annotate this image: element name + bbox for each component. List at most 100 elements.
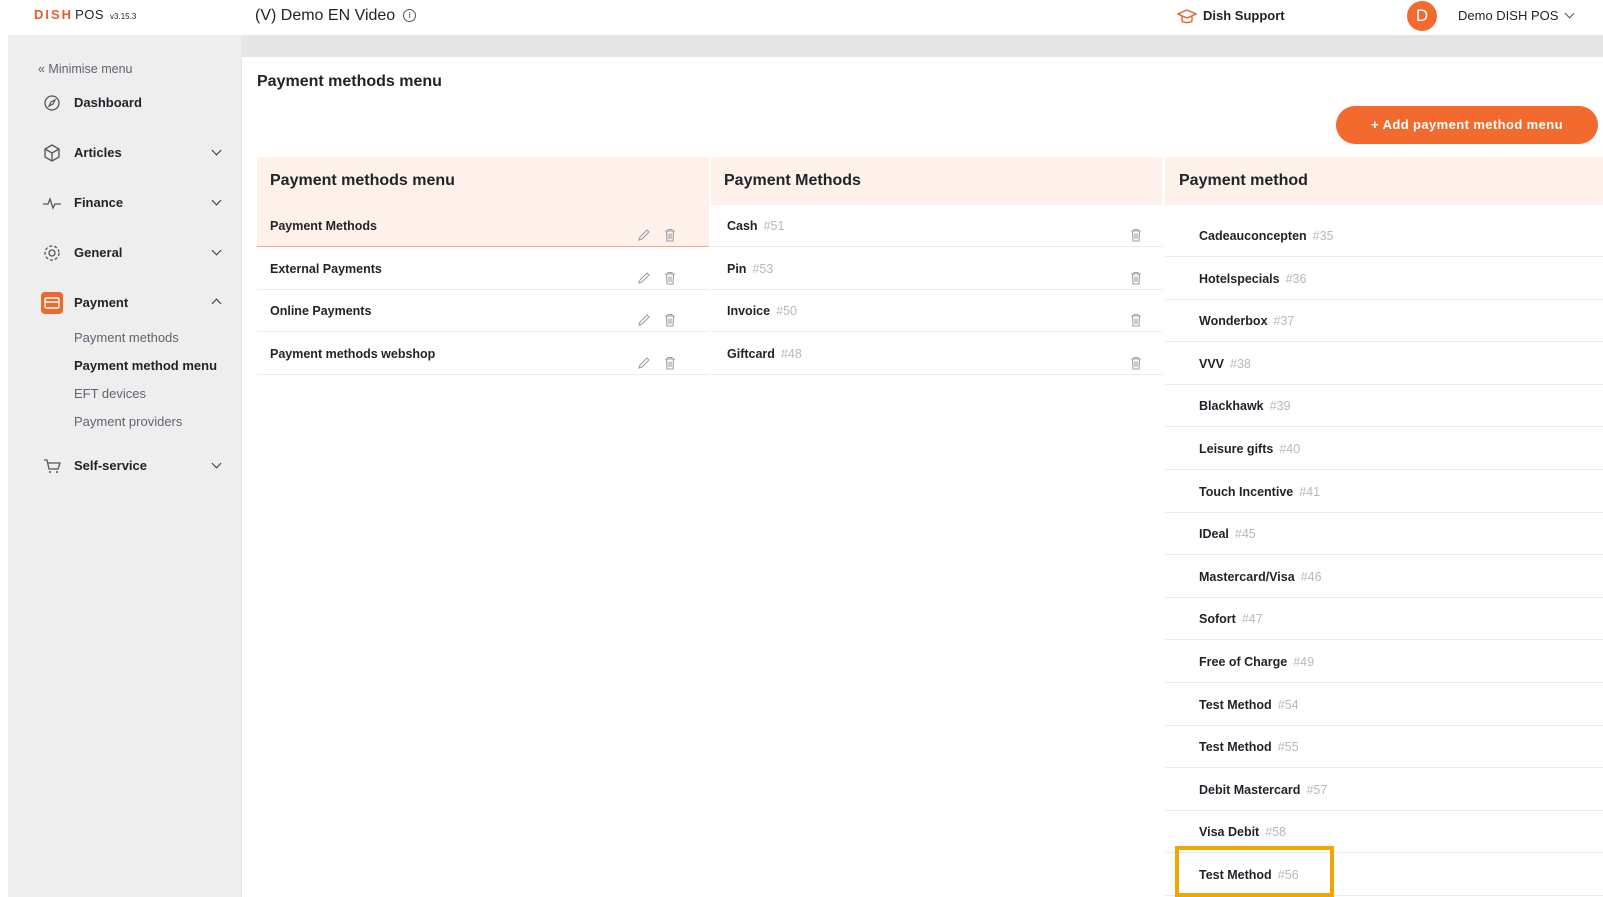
available-method-name: IDeal	[1199, 527, 1229, 542]
sidebar-item-self-service[interactable]: Self-service	[8, 452, 241, 482]
support-link[interactable]: Dish Support	[1176, 8, 1285, 25]
available-method-row[interactable]: IDeal #45	[1165, 513, 1603, 556]
brand-logo[interactable]: DISH POS v3.15.3	[34, 7, 136, 22]
available-method-row[interactable]: Test Method #55	[1165, 726, 1603, 769]
available-method-name: VVV	[1199, 356, 1225, 371]
info-icon[interactable]: i	[403, 9, 417, 23]
available-method-row[interactable]: VVV #38	[1165, 343, 1603, 385]
trash-icon[interactable]	[1128, 346, 1144, 370]
add-payment-method-menu-button[interactable]: + Add payment method menu	[1336, 106, 1598, 144]
available-method-row[interactable]: Sofort #47	[1165, 598, 1603, 641]
avatar[interactable]: D	[1407, 1, 1437, 31]
available-method-id: #35	[1312, 229, 1334, 243]
available-method-id: #49	[1293, 655, 1315, 669]
menu-row-label: Payment methods webshop	[270, 346, 436, 361]
method-row[interactable]: Cash #51	[711, 205, 1162, 247]
available-method-id: #36	[1285, 271, 1307, 286]
page-title: Payment methods menu	[257, 73, 442, 90]
chevron-down-icon	[1564, 8, 1575, 19]
method-name: Pin	[727, 261, 747, 276]
available-method-row[interactable]: Touch Incentive #41	[1165, 471, 1603, 513]
available-method-row[interactable]: Test Method #54	[1165, 684, 1603, 726]
venue-title[interactable]: (V) Demo EN Video i	[255, 7, 417, 25]
gear-icon	[44, 245, 60, 261]
available-method-row[interactable]: Leisure gifts #40	[1165, 428, 1603, 470]
trash-icon[interactable]	[1128, 261, 1144, 285]
sidebar-item-payment[interactable]: Payment	[8, 289, 241, 319]
menu-row[interactable]: External Payments	[257, 248, 709, 290]
column-header-menus: Payment methods menu	[257, 157, 709, 205]
sidebar-item-finance[interactable]: Finance	[8, 189, 241, 219]
method-name: Cash	[727, 219, 758, 233]
method-id: #48	[780, 346, 802, 361]
chevron-down-icon	[211, 145, 222, 156]
card-icon	[41, 292, 63, 314]
method-row[interactable]: Pin #53	[711, 248, 1162, 290]
sidebar-sub-payment-providers[interactable]: Payment providers	[74, 414, 182, 429]
available-method-name: Test Method	[1199, 697, 1272, 712]
trash-icon[interactable]	[1128, 218, 1144, 242]
available-method-row[interactable]: Mastercard/Visa #46	[1165, 556, 1603, 598]
available-method-row[interactable]: Wonderbox #37	[1165, 300, 1603, 343]
trash-icon[interactable]	[662, 346, 678, 370]
available-method-name: Test Method	[1199, 740, 1272, 755]
available-method-id: #55	[1277, 740, 1299, 755]
trash-icon[interactable]	[662, 303, 678, 327]
method-id: #53	[752, 261, 774, 276]
method-name: Invoice	[727, 304, 771, 318]
available-method-id: #40	[1279, 442, 1301, 456]
minimise-menu-button[interactable]: « Minimise menu	[38, 62, 132, 76]
available-method-id: #58	[1265, 825, 1287, 840]
menu-row[interactable]: Online Payments	[257, 290, 709, 332]
trash-icon[interactable]	[662, 218, 678, 242]
pulse-icon	[43, 197, 61, 210]
available-method-row[interactable]: Hotelspecials #36	[1165, 258, 1603, 300]
trash-icon[interactable]	[662, 261, 678, 285]
available-method-id: #45	[1234, 527, 1256, 542]
pencil-icon[interactable]	[636, 303, 652, 326]
chevron-down-icon	[211, 245, 222, 256]
available-method-id: #47	[1241, 612, 1263, 627]
sidebar-sub-eft-devices[interactable]: EFT devices	[74, 386, 146, 401]
menu-row[interactable]: Payment Methods	[257, 205, 709, 247]
available-method-name: Visa Debit	[1199, 825, 1260, 840]
available-method-name: Cadeauconcepten	[1199, 229, 1307, 243]
available-method-row[interactable]: Free of Charge #49	[1165, 641, 1603, 683]
sidebar-sub-payment-method-menu[interactable]: Payment method menu	[74, 358, 217, 373]
available-method-name: Touch Incentive	[1199, 484, 1294, 499]
available-method-id: #57	[1306, 782, 1328, 797]
graduation-cap-icon	[1176, 8, 1198, 23]
available-method-row[interactable]: Cadeauconcepten #35	[1165, 215, 1603, 257]
menu-row-label: Online Payments	[270, 304, 372, 318]
pencil-icon[interactable]	[636, 261, 652, 284]
available-method-name: Debit Mastercard	[1199, 782, 1301, 797]
available-method-name: Sofort	[1199, 612, 1236, 627]
available-method-id: #41	[1299, 484, 1321, 499]
menu-row-label: External Payments	[270, 261, 382, 276]
available-method-id: #54	[1277, 697, 1299, 712]
column-header-available: Payment method	[1165, 157, 1603, 205]
sidebar-item-articles[interactable]: Articles	[8, 139, 241, 169]
sidebar-item-general[interactable]: General	[8, 239, 241, 269]
available-method-row[interactable]: Debit Mastercard #57	[1165, 769, 1603, 811]
available-method-name: Leisure gifts	[1199, 442, 1274, 456]
chevron-down-icon	[211, 458, 222, 469]
available-method-name: Hotelspecials	[1199, 271, 1280, 286]
method-row[interactable]: Giftcard #48	[711, 333, 1162, 375]
chevron-up-icon	[211, 298, 222, 309]
available-method-name: Blackhawk	[1199, 399, 1264, 414]
available-method-name: Free of Charge	[1199, 655, 1288, 669]
pencil-icon[interactable]	[636, 218, 652, 241]
menu-row[interactable]: Payment methods webshop	[257, 333, 709, 375]
top-bar: DISH POS v3.15.3 (V) Demo EN Video i Dish S…	[0, 0, 1603, 34]
box-icon	[44, 144, 60, 162]
sidebar-item-dashboard[interactable]: Dashboard	[8, 89, 241, 119]
pencil-icon[interactable]	[636, 346, 652, 369]
available-method-row[interactable]: Blackhawk #39	[1165, 385, 1603, 428]
method-row[interactable]: Invoice #50	[711, 290, 1162, 332]
available-method-id: #38	[1230, 356, 1251, 371]
sidebar-sub-payment-methods[interactable]: Payment methods	[74, 330, 179, 345]
user-menu[interactable]: Demo DISH POS	[1458, 8, 1575, 23]
method-name: Giftcard	[727, 346, 775, 361]
trash-icon[interactable]	[1128, 303, 1144, 327]
